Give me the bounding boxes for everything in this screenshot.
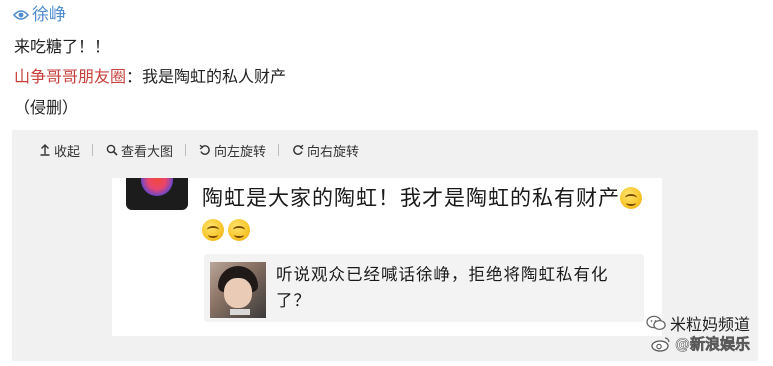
laughing-emoji-icon — [228, 219, 250, 241]
rotate-right-button[interactable]: 向右旋转 — [291, 141, 359, 160]
watermark-channel: 米粒妈频道 — [669, 315, 750, 334]
laughing-emoji-icon — [620, 187, 642, 209]
media-panel: 收起 查看大图 向左旋转 向右旋转 陶虹是大家的陶虹！我才是陶虹的私有财产 听说… — [12, 130, 758, 361]
author-row[interactable]: 徐峥 — [12, 4, 66, 26]
watermark-line: @新浪娱乐 — [651, 333, 750, 354]
rotate-left-button[interactable]: 向左旋转 — [198, 141, 266, 160]
post-text-line: 来吃糖了！！ — [14, 37, 111, 56]
post-image[interactable]: 陶虹是大家的陶虹！我才是陶虹的私有财产 听说观众已经喊话徐峥，拒绝将陶虹私有化了… — [112, 178, 662, 336]
quoted-post-text: 听说观众已经喊话徐峥，拒绝将陶虹私有化了？ — [276, 265, 609, 310]
quoted-post-thumbnail — [210, 262, 266, 318]
rotate-right-icon — [291, 144, 304, 157]
watermark-source: @新浪娱乐 — [674, 335, 751, 354]
quoted-post-card: 听说观众已经喊话徐峥，拒绝将陶虹私有化了？ — [204, 254, 644, 322]
avatar-graphic — [141, 178, 173, 196]
wechat-icon — [646, 315, 666, 331]
mention-text: ：我是陶虹的私人财产 — [126, 67, 287, 86]
arrow-up-icon — [38, 144, 51, 157]
toolbar-divider — [92, 144, 94, 156]
rotate-right-label: 向右旋转 — [307, 144, 360, 160]
view-large-label: 查看大图 — [121, 144, 174, 160]
rotate-left-label: 向左旋转 — [214, 144, 267, 160]
toolbar-divider — [278, 144, 280, 156]
weibo-post: 徐峥 来吃糖了！！ 山争哥哥朋友圈：我是陶虹的私人财产 （侵删） 收起 查看大图… — [0, 0, 773, 366]
collapse-label: 收起 — [54, 144, 81, 160]
watermark: 米粒妈频道 @新浪娱乐 — [600, 311, 750, 355]
avatar — [126, 178, 188, 210]
rotate-left-icon — [198, 144, 211, 157]
eye-icon — [12, 6, 30, 24]
collapse-button[interactable]: 收起 — [38, 141, 80, 160]
thumbnail-face — [224, 278, 252, 308]
mention-link[interactable]: 山争哥哥朋友圈 — [14, 67, 126, 86]
magnifier-icon — [105, 144, 118, 157]
image-post-text: 陶虹是大家的陶虹！我才是陶虹的私有财产 — [202, 182, 652, 246]
author-name-link[interactable]: 徐峥 — [32, 4, 66, 26]
post-text-line: （侵删） — [14, 98, 79, 117]
thumbnail-tag — [230, 309, 250, 315]
image-toolbar: 收起 查看大图 向左旋转 向右旋转 — [38, 140, 359, 160]
watermark-line: 米粒妈频道 — [646, 311, 750, 335]
post-text-line: 山争哥哥朋友圈：我是陶虹的私人财产 — [14, 66, 286, 88]
weibo-icon — [651, 336, 671, 352]
laughing-emoji-icon — [202, 219, 224, 241]
toolbar-divider — [185, 144, 187, 156]
image-post-text-content: 陶虹是大家的陶虹！我才是陶虹的私有财产 — [202, 186, 620, 210]
view-large-button[interactable]: 查看大图 — [105, 141, 173, 160]
